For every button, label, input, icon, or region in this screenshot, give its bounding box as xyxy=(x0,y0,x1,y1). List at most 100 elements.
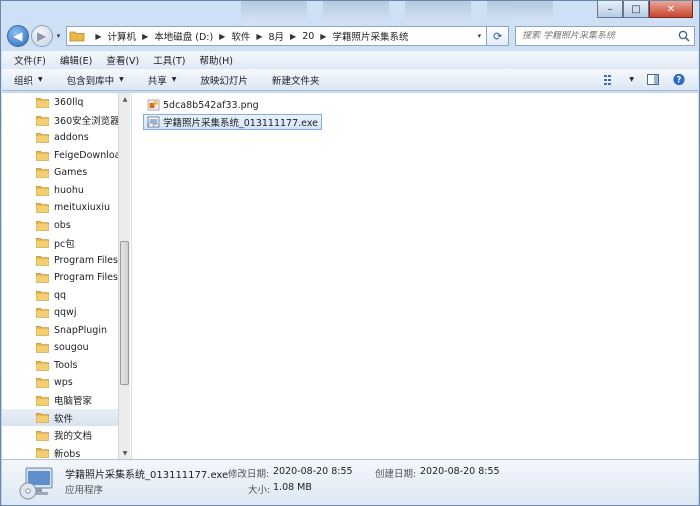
breadcrumb-drive-d[interactable]: 本地磁盘 (D:) xyxy=(154,29,213,43)
address-bar[interactable]: ▶ 计算机 ▶ 本地磁盘 (D:) ▶ 软件 ▶ 8月 ▶ 20 ▶ 学籍照片采… xyxy=(66,26,488,46)
navigation-pane-scrollbar[interactable]: ▲ ▼ xyxy=(118,93,130,459)
scroll-down-button[interactable]: ▼ xyxy=(119,447,131,459)
tree-item-19[interactable]: 我的文档 xyxy=(2,427,118,444)
size-label: 大小: xyxy=(248,485,271,496)
tree-item-label: 软件 xyxy=(54,413,74,425)
menu-edit[interactable]: 编辑(E) xyxy=(60,53,92,67)
explorer-window: – □ ✕ ◀ ▶ ▾ ▶ 计算机 ▶ 本地磁盘 (D:) ▶ 软件 ▶ 8月 … xyxy=(0,0,700,506)
svg-text:?: ? xyxy=(677,76,682,86)
tree-item-10[interactable]: Program Files xyxy=(2,269,118,286)
tree-item-20[interactable]: 新obs xyxy=(2,444,118,459)
tree-item-15[interactable]: Tools xyxy=(2,357,118,374)
folder-icon xyxy=(36,325,49,336)
share-button[interactable]: 共享 ▼ xyxy=(148,73,177,87)
chevron-down-icon: ▼ xyxy=(119,76,124,83)
file-item-exe[interactable]: 学籍照片采集系统_013111177.exe xyxy=(143,114,323,130)
caption-buttons: – □ ✕ xyxy=(597,1,693,18)
refresh-button[interactable]: ⟳ xyxy=(487,26,510,46)
address-history-dropdown[interactable]: ▾ xyxy=(472,32,486,40)
search-input[interactable] xyxy=(522,31,673,41)
forward-button[interactable]: ▶ xyxy=(30,25,53,47)
folder-icon xyxy=(36,343,49,353)
tree-item-label: huohu xyxy=(54,184,84,196)
view-controls: ▼ ? xyxy=(603,73,686,86)
close-button[interactable]: ✕ xyxy=(649,1,693,18)
created-date-label: 创建日期: xyxy=(375,469,417,480)
tree-item-3[interactable]: FeigeDownloa xyxy=(2,147,118,164)
preview-pane-icon[interactable] xyxy=(646,73,660,86)
include-in-library-button[interactable]: 包含到库中 ▼ xyxy=(67,73,124,87)
folder-icon xyxy=(36,395,49,406)
file-item-png[interactable]: 5dca8b542af33.png xyxy=(144,97,262,113)
application-file-icon xyxy=(147,116,160,128)
breadcrumb-separator[interactable]: ▶ xyxy=(290,32,296,41)
tree-item-18[interactable]: 软件 xyxy=(2,409,118,426)
tree-item-11[interactable]: qq xyxy=(2,287,118,304)
folder-icon xyxy=(36,413,49,423)
folder-icon xyxy=(36,273,49,283)
file-list[interactable]: 5dca8b542af33.png 学籍照片采集系统_013111177.exe xyxy=(131,93,698,459)
view-dropdown-icon[interactable]: ▼ xyxy=(629,76,634,83)
folder-icon xyxy=(36,98,49,108)
breadcrumb-separator[interactable]: ▶ xyxy=(256,32,262,41)
folder-icon xyxy=(36,220,49,231)
selected-file-type: 应用程序 xyxy=(65,485,104,496)
menu-bar: 文件(F) 编辑(E) 查看(V) 工具(T) 帮助(H) xyxy=(2,51,698,69)
tree-item-0[interactable]: 360llq xyxy=(2,94,118,111)
recent-pages-dropdown[interactable]: ▾ xyxy=(53,25,65,47)
breadcrumb-current-folder[interactable]: 学籍照片采集系统 xyxy=(332,29,408,43)
folder-icon xyxy=(36,290,49,301)
tree-item-label: qq xyxy=(54,289,67,301)
tree-item-17[interactable]: 电脑管家 xyxy=(2,392,118,409)
menu-tools[interactable]: 工具(T) xyxy=(153,53,185,67)
tree-item-7[interactable]: obs xyxy=(2,217,118,234)
tree-item-label: 我的文档 xyxy=(54,431,93,442)
modified-date-value: 2020-08-20 8:55 xyxy=(273,466,353,477)
menu-view[interactable]: 查看(V) xyxy=(106,53,139,67)
tree-item-14[interactable]: sougou xyxy=(2,339,118,356)
folder-icon xyxy=(36,150,49,161)
tree-item-13[interactable]: SnapPlugin xyxy=(2,322,118,339)
tree-item-label: qqwj xyxy=(54,307,77,318)
folder-icon xyxy=(36,115,49,126)
search-icon[interactable] xyxy=(678,30,690,42)
maximize-button[interactable]: □ xyxy=(623,1,649,18)
tree-item-1[interactable]: 360安全浏览器 xyxy=(2,112,118,129)
folder-icon xyxy=(36,203,49,213)
minimize-button[interactable]: – xyxy=(597,1,623,18)
breadcrumb-computer[interactable]: 计算机 xyxy=(108,29,137,43)
breadcrumb-20[interactable]: 20 xyxy=(302,31,314,42)
tree-item-6[interactable]: meituxiuxiu xyxy=(2,199,118,216)
slideshow-button[interactable]: 放映幻灯片 xyxy=(200,73,248,87)
selected-file-name: 学籍照片采集系统_013111177.exe xyxy=(65,470,229,481)
menu-help[interactable]: 帮助(H) xyxy=(199,53,233,67)
tree-item-2[interactable]: addons xyxy=(2,129,118,146)
breadcrumb-separator[interactable]: ▶ xyxy=(142,32,148,41)
tree-item-4[interactable]: Games xyxy=(2,164,118,181)
help-icon[interactable]: ? xyxy=(672,73,686,86)
application-icon xyxy=(19,467,53,500)
breadcrumb-separator[interactable]: ▶ xyxy=(320,32,326,41)
folder-icon xyxy=(36,168,49,178)
tree-item-5[interactable]: huohu xyxy=(2,182,118,199)
new-folder-button[interactable]: 新建文件夹 xyxy=(272,73,320,87)
menu-file[interactable]: 文件(F) xyxy=(14,53,46,67)
tree-item-9[interactable]: Program Files xyxy=(2,252,118,269)
breadcrumb-august[interactable]: 8月 xyxy=(269,29,285,43)
scroll-up-button[interactable]: ▲ xyxy=(119,93,131,105)
breadcrumb-separator[interactable]: ▶ xyxy=(95,32,101,41)
tree-item-12[interactable]: qqwj xyxy=(2,304,118,321)
breadcrumb-software[interactable]: 软件 xyxy=(231,29,250,43)
back-button[interactable]: ◀ xyxy=(7,25,29,47)
scrollbar-thumb[interactable] xyxy=(120,241,129,385)
tree-item-8[interactable]: pc包 xyxy=(2,234,118,251)
organize-button[interactable]: 组织 ▼ xyxy=(14,73,43,87)
search-box[interactable] xyxy=(515,26,696,46)
breadcrumb-separator[interactable]: ▶ xyxy=(219,32,225,41)
taskbar-thumbnails xyxy=(241,1,601,23)
view-options-icon[interactable] xyxy=(603,73,617,86)
navigation-pane[interactable]: 360llq 360安全浏览器 addons FeigeDownloa Games huo… xyxy=(2,93,118,459)
chevron-down-icon: ▼ xyxy=(171,76,177,83)
tree-item-label: 新obs xyxy=(54,448,81,460)
tree-item-16[interactable]: wps xyxy=(2,374,118,391)
